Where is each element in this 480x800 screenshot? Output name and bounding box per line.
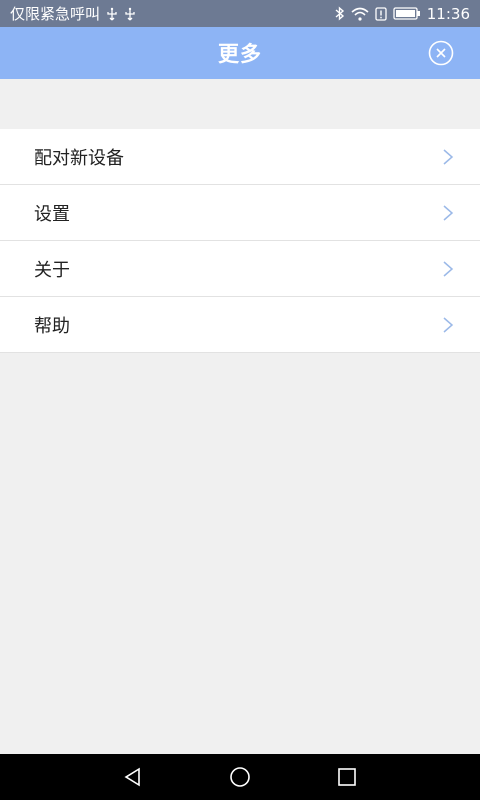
menu-item-settings[interactable]: 设置: [0, 185, 480, 241]
menu-item-help[interactable]: 帮助: [0, 297, 480, 353]
chevron-right-icon: [442, 316, 454, 334]
menu-item-label: 配对新设备: [34, 147, 124, 169]
menu-item-label: 帮助: [34, 315, 70, 337]
menu-item-label: 关于: [34, 259, 70, 281]
recents-button[interactable]: [327, 757, 367, 797]
header-bar: 更多: [0, 27, 480, 79]
page-title: 更多: [218, 42, 262, 66]
close-circle-icon: [428, 40, 454, 66]
close-button[interactable]: [428, 40, 454, 66]
chevron-right-icon: [442, 260, 454, 278]
status-time: 11:36: [426, 4, 470, 23]
menu-list: 配对新设备 设置 关于 帮助: [0, 129, 480, 353]
system-nav-bar: [0, 754, 480, 800]
back-icon: [124, 767, 141, 787]
recents-icon: [337, 768, 356, 786]
status-left: 仅限紧急呼叫: [10, 3, 136, 24]
wifi-icon: [351, 7, 369, 21]
bluetooth-icon: [335, 6, 345, 21]
menu-item-about[interactable]: 关于: [0, 241, 480, 297]
battery-icon: [393, 7, 421, 20]
usb-icon: [124, 7, 136, 21]
back-button[interactable]: [113, 757, 153, 797]
usb-icon: [106, 7, 118, 21]
menu-item-label: 设置: [34, 203, 70, 225]
home-icon: [230, 767, 250, 787]
status-bar: 仅限紧急呼叫 11:36: [0, 0, 480, 27]
home-button[interactable]: [220, 757, 260, 797]
chevron-right-icon: [442, 204, 454, 222]
menu-item-pair-new-device[interactable]: 配对新设备: [0, 129, 480, 185]
status-right: 11:36: [335, 5, 470, 23]
alert-icon: [375, 6, 387, 21]
chevron-right-icon: [442, 148, 454, 166]
carrier-text: 仅限紧急呼叫: [10, 5, 101, 23]
